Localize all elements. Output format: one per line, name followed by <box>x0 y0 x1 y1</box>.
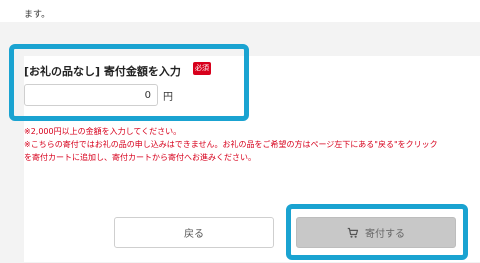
note-no-gift-2: を寄付カートに追加し、寄付カートから寄付へお進みください。 <box>24 153 256 162</box>
back-button[interactable]: 戻る <box>114 217 274 248</box>
note-no-gift-1: ※こちらの寄付ではお礼の品の申し込みはできません。お礼の品をご希望の方はページ左… <box>24 140 438 149</box>
highlight-amount-section <box>9 44 249 121</box>
note-minimum: ※2,000円以上の金額を入力してください。 <box>24 127 182 136</box>
back-button-label: 戻る <box>184 229 204 240</box>
highlight-donate-button <box>286 204 468 260</box>
top-strip: ます。 <box>0 0 480 22</box>
partial-text: ます。 <box>24 10 51 20</box>
